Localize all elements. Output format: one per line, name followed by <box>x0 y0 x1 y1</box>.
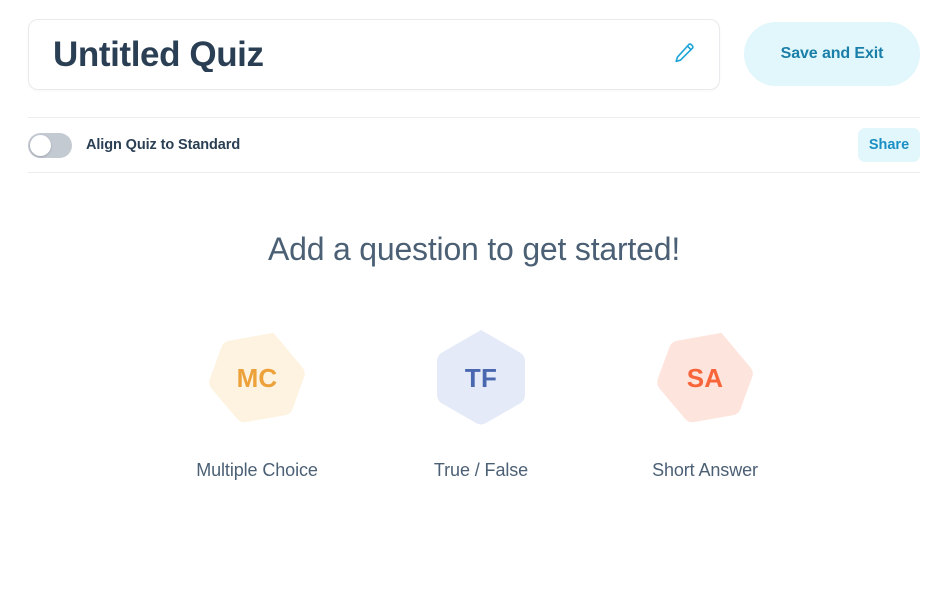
mc-abbreviation: MC <box>236 362 278 393</box>
quiz-header: Untitled Quiz Save and Exit <box>28 18 920 90</box>
quiz-title-field[interactable]: Untitled Quiz <box>28 18 720 90</box>
mc-hexagon-wrap: MC <box>195 318 319 438</box>
quiz-editor-page: Untitled Quiz Save and Exit Align Quiz t… <box>0 0 948 594</box>
question-type-multiple-choice[interactable]: MC Multiple Choice <box>193 318 321 481</box>
tf-hexagon-wrap: TF <box>419 318 543 438</box>
question-type-true-false[interactable]: TF True / False <box>417 318 545 481</box>
align-quiz-to-standard-toggle[interactable] <box>28 132 72 158</box>
sa-hexagon-wrap: SA <box>643 318 767 438</box>
divider-below-settings <box>28 172 920 173</box>
sa-abbreviation: SA <box>686 362 724 393</box>
quiz-title-input[interactable]: Untitled Quiz <box>53 37 667 72</box>
divider-above-settings <box>28 117 920 118</box>
empty-state-heading: Add a question to get started! <box>267 231 681 267</box>
pencil-icon <box>672 41 696 68</box>
short-answer-label: Short Answer <box>652 460 758 480</box>
true-false-label: True / False <box>433 460 529 480</box>
multiple-choice-label: Multiple Choice <box>196 460 318 480</box>
align-quiz-to-standard-label: Align Quiz to Standard <box>86 137 241 153</box>
settings-bar: Align Quiz to Standard Share <box>28 126 920 164</box>
toggle-knob <box>30 134 51 156</box>
question-type-list: MC Multiple Choice TF True / False SA Sh… <box>0 318 948 481</box>
tf-abbreviation: TF <box>464 362 498 393</box>
share-button[interactable]: Share <box>858 128 920 162</box>
save-and-exit-button[interactable]: Save and Exit <box>744 22 920 86</box>
question-type-short-answer[interactable]: SA Short Answer <box>641 318 769 481</box>
edit-title-button[interactable] <box>667 37 701 71</box>
